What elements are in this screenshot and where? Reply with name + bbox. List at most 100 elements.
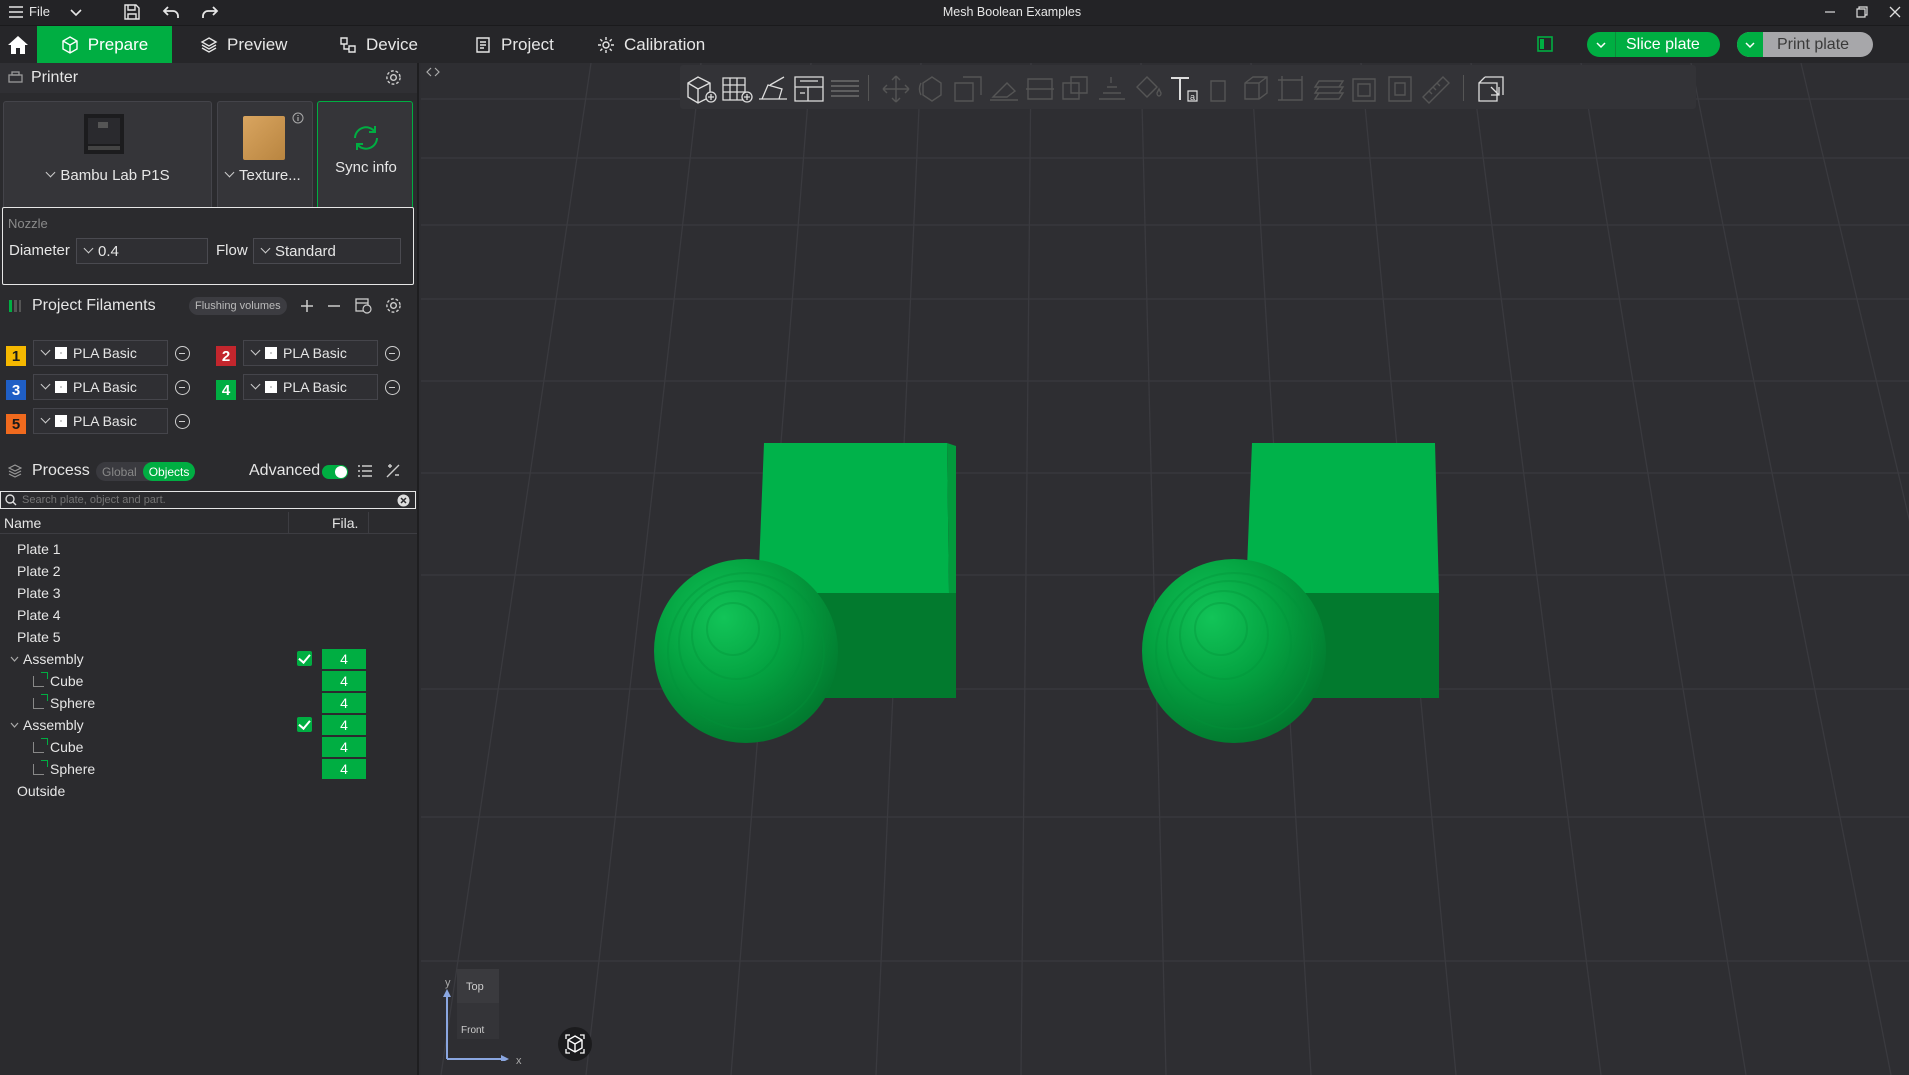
chevron-down-icon[interactable] xyxy=(10,722,19,729)
filament-3-select[interactable]: PLA Basic xyxy=(33,374,168,400)
filament-sync-icon[interactable] xyxy=(355,298,372,314)
column-fila[interactable]: Fila. xyxy=(332,515,358,531)
filament-1-name: PLA Basic xyxy=(73,345,137,361)
filament-index-badge[interactable]: 4 xyxy=(322,737,366,757)
3d-viewport[interactable]: a Top Front y x xyxy=(421,63,1909,1075)
tab-project[interactable]: Project xyxy=(460,26,568,63)
gear-icon[interactable] xyxy=(385,297,402,314)
list-item[interactable]: Cube 4 xyxy=(0,736,417,758)
printer-name: Bambu Lab P1S xyxy=(60,167,170,184)
filament-index-badge[interactable]: 4 xyxy=(322,693,366,713)
minimize-icon[interactable] xyxy=(1823,5,1837,19)
process-scope-toggle[interactable]: Global Objects xyxy=(96,462,196,481)
plate-selector[interactable]: Texture... xyxy=(217,101,313,218)
filament-3-remove-icon[interactable] xyxy=(175,380,190,395)
view-cube[interactable]: Top Front y x xyxy=(443,969,522,1069)
list-item[interactable]: Plate 3 xyxy=(0,582,417,604)
filament-index-badge[interactable]: 4 xyxy=(322,649,366,669)
list-item[interactable]: Outside xyxy=(0,780,417,802)
chevron-down-icon[interactable] xyxy=(10,656,19,663)
filament-3-swatch[interactable]: 3 xyxy=(6,380,26,400)
gear-icon[interactable] xyxy=(385,69,402,86)
flow-select[interactable]: Standard xyxy=(253,238,401,264)
advanced-toggle[interactable] xyxy=(322,465,348,479)
filament-4-swatch[interactable]: 4 xyxy=(216,380,236,400)
chevron-down-icon[interactable] xyxy=(1744,40,1756,50)
part-label: Sphere xyxy=(50,761,96,777)
nozzle-group: Nozzle Diameter 0.4 Flow Standard xyxy=(2,207,414,285)
filament-spool-icon xyxy=(55,347,67,359)
main-tab-bar: Prepare Preview Device Project Calibrati… xyxy=(0,26,1909,63)
visible-checkbox[interactable] xyxy=(297,717,312,732)
tab-device[interactable]: Device xyxy=(325,26,432,63)
info-icon[interactable] xyxy=(292,112,304,124)
filament-2-select[interactable]: PLA Basic xyxy=(243,340,378,366)
tab-calibration[interactable]: Calibration xyxy=(583,26,719,63)
clear-search-icon[interactable] xyxy=(397,494,410,507)
filament-index-badge[interactable]: 4 xyxy=(322,671,366,691)
filament-2-swatch[interactable]: 2 xyxy=(216,346,236,366)
assembly-2-model xyxy=(1142,443,1439,743)
filament-2-remove-icon[interactable] xyxy=(385,346,400,361)
list-item[interactable]: Assembly 4 xyxy=(0,714,417,736)
diameter-select[interactable]: 0.4 xyxy=(76,238,208,264)
add-icon[interactable] xyxy=(300,299,314,313)
home-button[interactable] xyxy=(0,26,36,63)
filament-5-remove-icon[interactable] xyxy=(175,414,190,429)
filament-icon xyxy=(9,300,21,312)
filament-4-remove-icon[interactable] xyxy=(385,380,400,395)
plate-label: Outside xyxy=(17,783,66,799)
app-window: File Mesh Boolean Examples Prepare Previ… xyxy=(0,0,1909,1075)
list-item[interactable]: Sphere 4 xyxy=(0,758,417,780)
layout-toggle-icon[interactable] xyxy=(1537,36,1553,52)
filament-1-select[interactable]: PLA Basic xyxy=(33,340,168,366)
filament-1-swatch[interactable]: 1 xyxy=(6,346,26,366)
slice-plate-button[interactable]: Slice plate xyxy=(1587,32,1720,57)
filament-spool-icon xyxy=(265,347,277,359)
filament-5-select[interactable]: PLA Basic xyxy=(33,408,168,434)
list-icon[interactable] xyxy=(357,464,373,478)
filament-index-badge[interactable]: 4 xyxy=(322,715,366,735)
plate-label: Plate 2 xyxy=(17,563,61,579)
plate-label: Plate 3 xyxy=(17,585,61,601)
filament-index-badge[interactable]: 4 xyxy=(322,759,366,779)
remove-icon[interactable] xyxy=(327,299,341,313)
collapse-sidebar-icon[interactable] xyxy=(426,67,440,77)
print-plate-button[interactable]: Print plate xyxy=(1737,32,1873,57)
tab-prepare[interactable]: Prepare xyxy=(37,26,172,63)
flushing-volumes-button[interactable]: Flushing volumes xyxy=(189,297,287,315)
search-input[interactable] xyxy=(22,494,397,506)
column-name[interactable]: Name xyxy=(4,515,41,531)
sync-info-button[interactable]: Sync info xyxy=(317,101,413,218)
list-item[interactable]: Assembly 4 xyxy=(0,648,417,670)
tab-preview[interactable]: Preview xyxy=(186,26,301,63)
filament-2-name: PLA Basic xyxy=(283,345,347,361)
visible-checkbox[interactable] xyxy=(297,651,312,666)
restore-icon[interactable] xyxy=(1855,5,1869,19)
window-title: Mesh Boolean Examples xyxy=(942,5,1082,19)
list-item[interactable]: Plate 5 xyxy=(0,626,417,648)
filament-1-remove-icon[interactable] xyxy=(175,346,190,361)
reset-view-button[interactable] xyxy=(558,1027,592,1061)
print-plate-label: Print plate xyxy=(1777,35,1850,53)
chevron-down-icon[interactable] xyxy=(1595,40,1607,50)
close-icon[interactable] xyxy=(1888,5,1902,19)
plate-name: Texture... xyxy=(239,167,301,184)
objects-option[interactable]: Objects xyxy=(142,462,196,481)
list-item[interactable]: Cube 4 xyxy=(0,670,417,692)
object-search[interactable] xyxy=(0,491,416,509)
printer-selector[interactable]: Bambu Lab P1S xyxy=(3,101,212,218)
cube-icon xyxy=(62,35,78,54)
compare-icon[interactable] xyxy=(385,463,401,479)
list-item[interactable]: Plate 4 xyxy=(0,604,417,626)
diameter-value: 0.4 xyxy=(98,242,119,260)
global-option[interactable]: Global xyxy=(96,465,143,479)
filament-4-select[interactable]: PLA Basic xyxy=(243,374,378,400)
list-item[interactable]: Plate 2 xyxy=(0,560,417,582)
list-item[interactable]: Sphere 4 xyxy=(0,692,417,714)
list-item[interactable]: Plate 1 xyxy=(0,538,417,560)
model-scene xyxy=(654,443,1439,743)
filament-spool-icon xyxy=(55,381,67,393)
side-panel: Printer Bambu Lab P1S Texture... Sync in… xyxy=(0,63,419,1075)
filament-5-swatch[interactable]: 5 xyxy=(6,414,26,434)
